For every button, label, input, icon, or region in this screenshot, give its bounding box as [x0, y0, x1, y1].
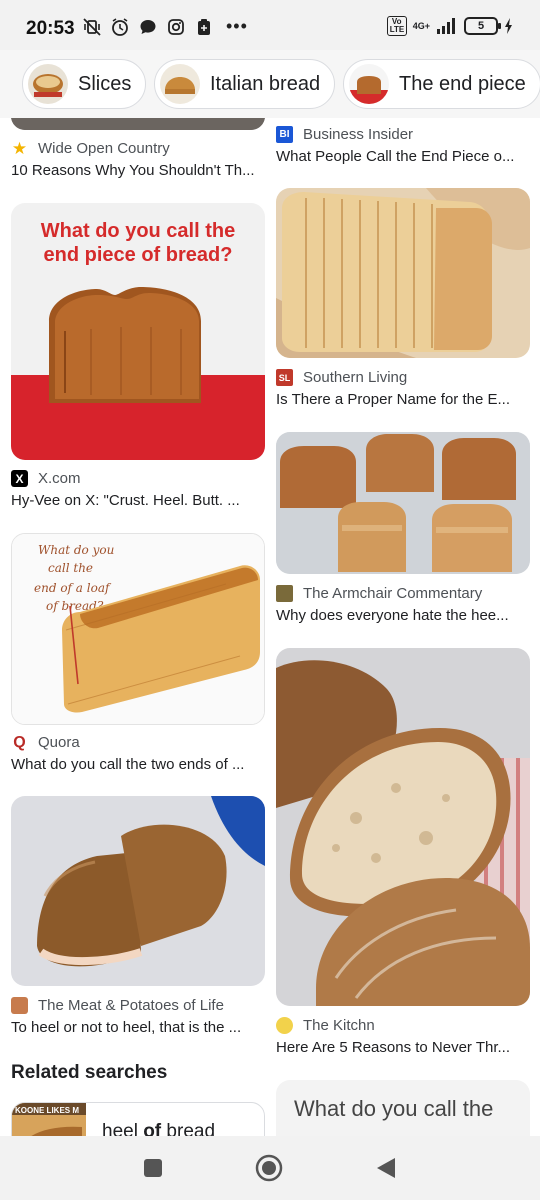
- southern-living-logo-icon: SL: [276, 369, 293, 386]
- result-image-x-com[interactable]: What do you call the end piece of bread?: [11, 203, 265, 460]
- result-source: The Armchair Commentary: [276, 585, 482, 602]
- result-source: BI Business Insider: [276, 126, 413, 143]
- source-name: The Kitchn: [303, 1017, 375, 1034]
- related-searches-heading: Related searches: [11, 1062, 168, 1083]
- related-search-label: heel of bread: [102, 1121, 215, 1136]
- related-label-prefix: heel: [102, 1121, 144, 1136]
- chip-thumbnail: [349, 64, 389, 104]
- back-icon: [377, 1158, 395, 1178]
- result-image-armchair-commentary[interactable]: [276, 432, 530, 574]
- source-name: The Armchair Commentary: [303, 585, 483, 602]
- instagram-icon: [168, 18, 184, 35]
- result-title[interactable]: 10 Reasons Why You Shouldn't Th...: [11, 162, 267, 179]
- site-favicon-icon: [11, 997, 28, 1014]
- result-image-the-kitchn[interactable]: [276, 648, 530, 1006]
- image-results-grid: ★ Wide Open Country 10 Reasons Why You S…: [0, 118, 540, 1136]
- system-navigation-bar: [0, 1136, 540, 1200]
- chat-icon: [140, 19, 156, 34]
- charging-icon: [505, 18, 512, 34]
- status-icons-right: Vo LTE 4G+ 5: [386, 16, 514, 36]
- recent-apps-icon: [144, 1159, 162, 1177]
- site-favicon-icon: [276, 585, 293, 602]
- status-icons-left: •••: [82, 16, 248, 37]
- source-name: Wide Open Country: [38, 140, 170, 157]
- x-logo-icon: X: [11, 470, 28, 487]
- mute-vibrate-icon: [83, 17, 101, 36]
- result-source: X X.com: [11, 470, 81, 487]
- related-label-suffix: bread: [161, 1121, 216, 1136]
- network-type: 4G+: [412, 21, 430, 31]
- battery-level: 5: [477, 20, 485, 32]
- home-icon: [255, 1154, 283, 1182]
- result-source: SL Southern Living: [276, 369, 407, 386]
- image-text-line: What do you call the: [41, 220, 235, 242]
- source-name: X.com: [38, 470, 81, 487]
- peek-card-text: What do you call the: [294, 1096, 494, 1121]
- result-title[interactable]: Is There a Proper Name for the E...: [276, 391, 532, 408]
- business-insider-logo-icon: BI: [276, 126, 293, 143]
- result-source: The Kitchn: [276, 1017, 375, 1034]
- the-kitchn-logo-icon: [276, 1017, 293, 1034]
- result-title[interactable]: To heel or not to heel, that is the ...: [11, 1019, 267, 1036]
- chip-label: Slices: [78, 72, 132, 95]
- source-name: Business Insider: [303, 126, 414, 143]
- alarm-icon: [112, 17, 128, 36]
- source-name: Southern Living: [303, 369, 408, 386]
- related-thumbnail: KOONE LIKES M: [12, 1103, 86, 1136]
- result-title[interactable]: Hy-Vee on X: "Crust. Heel. Butt. ...: [11, 492, 267, 509]
- back-button[interactable]: [370, 1152, 402, 1184]
- chip-label: The end piece: [399, 72, 526, 95]
- source-name: Quora: [38, 734, 80, 751]
- image-text-line: call the: [48, 561, 93, 575]
- result-image-meat-potatoes[interactable]: [11, 796, 265, 986]
- status-time: 20:53: [26, 18, 75, 39]
- chip-slices[interactable]: Slices: [22, 59, 147, 109]
- result-image-southern-living[interactable]: [276, 188, 530, 358]
- result-title[interactable]: Here Are 5 Reasons to Never Thr...: [276, 1039, 532, 1056]
- image-text-line: end of a loaf: [34, 581, 112, 595]
- quora-logo-icon: Q: [13, 733, 26, 751]
- result-title[interactable]: What do you call the two ends of ...: [11, 756, 267, 773]
- chip-label: Italian bread: [210, 72, 321, 95]
- result-image-quora[interactable]: What do you call the end of a loaf of br…: [11, 533, 265, 725]
- thumbnail-text: KOONE LIKES M: [15, 1106, 79, 1115]
- chip-the-end-piece[interactable]: The end piece: [343, 59, 540, 109]
- star-icon: ★: [11, 138, 28, 158]
- volte-badge: Vo LTE: [386, 16, 407, 36]
- battery-icon: 5: [464, 17, 501, 35]
- related-label-bold: of: [143, 1121, 162, 1136]
- result-image-wide-open-country[interactable]: [11, 118, 265, 130]
- result-image-partial[interactable]: What do you call the: [276, 1080, 530, 1136]
- status-bar: 20:53 ••• Vo LTE 4G+ 5: [0, 0, 540, 50]
- chip-thumbnail: [160, 64, 200, 104]
- related-chips-bar: Slices Italian bread The end piece: [0, 50, 540, 118]
- related-search-heel-of-bread[interactable]: KOONE LIKES M heel of bread: [11, 1102, 265, 1136]
- chip-italian-bread[interactable]: Italian bread: [154, 59, 336, 109]
- source-name: The Meat & Potatoes of Life: [38, 997, 224, 1014]
- more-icon: •••: [226, 16, 248, 36]
- result-source: Q Quora: [11, 733, 80, 752]
- image-text-line: What do you: [38, 543, 114, 557]
- result-title[interactable]: What People Call the End Piece o...: [276, 148, 532, 165]
- home-button[interactable]: [253, 1152, 285, 1184]
- result-source: The Meat & Potatoes of Life: [11, 997, 224, 1014]
- signal-icon: [437, 18, 455, 34]
- result-title[interactable]: Why does everyone hate the hee...: [276, 607, 532, 624]
- clipboard-icon: [198, 18, 210, 35]
- result-source: ★ Wide Open Country: [11, 138, 170, 158]
- chip-thumbnail: [28, 64, 68, 104]
- recent-apps-button[interactable]: [137, 1152, 169, 1184]
- image-text-line: end piece of bread?: [44, 244, 233, 266]
